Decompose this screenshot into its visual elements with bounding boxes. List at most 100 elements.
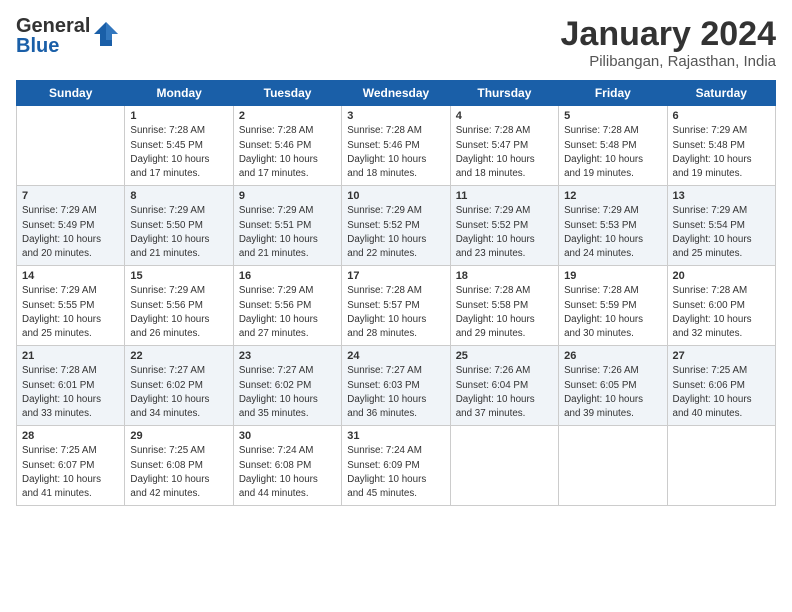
header-day: Tuesday (233, 81, 341, 106)
day-info: Sunrise: 7:29 AM Sunset: 5:55 PM Dayligh… (22, 284, 120, 341)
day-info: Sunrise: 7:29 AM Sunset: 5:51 PM Dayligh… (239, 204, 337, 261)
calendar-cell (450, 426, 558, 506)
logo: General Blue (16, 16, 120, 56)
week-row: 7 Sunrise: 7:29 AM Sunset: 5:49 PM Daylig… (17, 186, 776, 266)
day-number: 2 (239, 110, 337, 122)
day-number: 27 (673, 350, 771, 362)
day-number: 15 (130, 270, 228, 282)
day-number: 17 (347, 270, 445, 282)
day-info: Sunrise: 7:29 AM Sunset: 5:53 PM Dayligh… (564, 204, 662, 261)
calendar-cell: 7 Sunrise: 7:29 AM Sunset: 5:49 PM Daylig… (17, 186, 125, 266)
day-info: Sunrise: 7:27 AM Sunset: 6:02 PM Dayligh… (130, 364, 228, 421)
day-info: Sunrise: 7:25 AM Sunset: 6:06 PM Dayligh… (673, 364, 771, 421)
calendar-cell: 12 Sunrise: 7:29 AM Sunset: 5:53 PM Dayli… (559, 186, 667, 266)
location: Pilibangan, Rajasthan, India (561, 53, 777, 70)
calendar-cell: 15 Sunrise: 7:29 AM Sunset: 5:56 PM Dayli… (125, 266, 233, 346)
day-info: Sunrise: 7:29 AM Sunset: 5:52 PM Dayligh… (456, 204, 554, 261)
day-number: 21 (22, 350, 120, 362)
header-day: Sunday (17, 81, 125, 106)
calendar-table: SundayMondayTuesdayWednesdayThursdayFrid… (16, 80, 776, 506)
day-info: Sunrise: 7:28 AM Sunset: 5:46 PM Dayligh… (239, 124, 337, 181)
day-info: Sunrise: 7:29 AM Sunset: 5:50 PM Dayligh… (130, 204, 228, 261)
calendar-cell: 23 Sunrise: 7:27 AM Sunset: 6:02 PM Dayli… (233, 346, 341, 426)
calendar-cell: 27 Sunrise: 7:25 AM Sunset: 6:06 PM Dayli… (667, 346, 775, 426)
day-info: Sunrise: 7:28 AM Sunset: 5:59 PM Dayligh… (564, 284, 662, 341)
day-info: Sunrise: 7:29 AM Sunset: 5:56 PM Dayligh… (130, 284, 228, 341)
day-number: 10 (347, 190, 445, 202)
week-row: 1 Sunrise: 7:28 AM Sunset: 5:45 PM Daylig… (17, 106, 776, 186)
day-info: Sunrise: 7:28 AM Sunset: 5:46 PM Dayligh… (347, 124, 445, 181)
day-info: Sunrise: 7:29 AM Sunset: 5:56 PM Dayligh… (239, 284, 337, 341)
calendar-cell: 29 Sunrise: 7:25 AM Sunset: 6:08 PM Dayli… (125, 426, 233, 506)
day-number: 8 (130, 190, 228, 202)
header-day: Monday (125, 81, 233, 106)
week-row: 21 Sunrise: 7:28 AM Sunset: 6:01 PM Dayli… (17, 346, 776, 426)
day-number: 28 (22, 430, 120, 442)
calendar-cell: 2 Sunrise: 7:28 AM Sunset: 5:46 PM Daylig… (233, 106, 341, 186)
header-day: Thursday (450, 81, 558, 106)
month-title: January 2024 (561, 16, 777, 53)
title-block: January 2024 Pilibangan, Rajasthan, Indi… (561, 16, 777, 70)
calendar-cell: 14 Sunrise: 7:29 AM Sunset: 5:55 PM Dayli… (17, 266, 125, 346)
day-number: 23 (239, 350, 337, 362)
day-number: 25 (456, 350, 554, 362)
calendar-cell: 20 Sunrise: 7:28 AM Sunset: 6:00 PM Dayli… (667, 266, 775, 346)
week-row: 28Sunrise: 7:25 AM Sunset: 6:07 PM Dayli… (17, 426, 776, 506)
day-number: 22 (130, 350, 228, 362)
calendar-cell (17, 106, 125, 186)
day-info: Sunrise: 7:28 AM Sunset: 6:00 PM Dayligh… (673, 284, 771, 341)
day-number: 13 (673, 190, 771, 202)
day-info: Sunrise: 7:28 AM Sunset: 5:45 PM Dayligh… (130, 124, 228, 181)
day-number: 16 (239, 270, 337, 282)
day-info: Sunrise: 7:28 AM Sunset: 5:47 PM Dayligh… (456, 124, 554, 181)
calendar-cell: 5Sunrise: 7:28 AM Sunset: 5:48 PM Daylig… (559, 106, 667, 186)
day-info: Sunrise: 7:25 AM Sunset: 6:08 PM Dayligh… (130, 444, 228, 501)
calendar-cell: 31 Sunrise: 7:24 AM Sunset: 6:09 PM Dayli… (342, 426, 450, 506)
day-info: Sunrise: 7:28 AM Sunset: 6:01 PM Dayligh… (22, 364, 120, 421)
day-info: Sunrise: 7:27 AM Sunset: 6:02 PM Dayligh… (239, 364, 337, 421)
calendar-cell: 30Sunrise: 7:24 AM Sunset: 6:08 PM Dayli… (233, 426, 341, 506)
day-number: 29 (130, 430, 228, 442)
calendar-cell: 19Sunrise: 7:28 AM Sunset: 5:59 PM Dayli… (559, 266, 667, 346)
calendar-cell: 26Sunrise: 7:26 AM Sunset: 6:05 PM Dayli… (559, 346, 667, 426)
day-number: 20 (673, 270, 771, 282)
day-number: 12 (564, 190, 662, 202)
day-number: 6 (673, 110, 771, 122)
calendar-cell: 8 Sunrise: 7:29 AM Sunset: 5:50 PM Daylig… (125, 186, 233, 266)
calendar-cell: 10 Sunrise: 7:29 AM Sunset: 5:52 PM Dayli… (342, 186, 450, 266)
calendar-cell: 25 Sunrise: 7:26 AM Sunset: 6:04 PM Dayli… (450, 346, 558, 426)
calendar-cell: 3 Sunrise: 7:28 AM Sunset: 5:46 PM Daylig… (342, 106, 450, 186)
day-info: Sunrise: 7:26 AM Sunset: 6:04 PM Dayligh… (456, 364, 554, 421)
calendar-cell: 6Sunrise: 7:29 AM Sunset: 5:48 PM Daylig… (667, 106, 775, 186)
calendar-container: General Blue January 2024 Pilibangan, Ra… (0, 0, 792, 514)
header-row: SundayMondayTuesdayWednesdayThursdayFrid… (17, 81, 776, 106)
header: General Blue January 2024 Pilibangan, Ra… (16, 16, 776, 70)
day-info: Sunrise: 7:24 AM Sunset: 6:09 PM Dayligh… (347, 444, 445, 501)
header-day: Wednesday (342, 81, 450, 106)
day-number: 7 (22, 190, 120, 202)
week-row: 14 Sunrise: 7:29 AM Sunset: 5:55 PM Dayli… (17, 266, 776, 346)
day-number: 31 (347, 430, 445, 442)
calendar-cell (667, 426, 775, 506)
calendar-cell: 17 Sunrise: 7:28 AM Sunset: 5:57 PM Dayli… (342, 266, 450, 346)
day-number: 11 (456, 190, 554, 202)
calendar-cell: 16 Sunrise: 7:29 AM Sunset: 5:56 PM Dayli… (233, 266, 341, 346)
day-number: 26 (564, 350, 662, 362)
day-info: Sunrise: 7:29 AM Sunset: 5:49 PM Dayligh… (22, 204, 120, 261)
calendar-cell: 4Sunrise: 7:28 AM Sunset: 5:47 PM Daylig… (450, 106, 558, 186)
day-number: 9 (239, 190, 337, 202)
day-number: 3 (347, 110, 445, 122)
calendar-cell: 24Sunrise: 7:27 AM Sunset: 6:03 PM Dayli… (342, 346, 450, 426)
calendar-cell: 13 Sunrise: 7:29 AM Sunset: 5:54 PM Dayli… (667, 186, 775, 266)
calendar-cell (559, 426, 667, 506)
day-info: Sunrise: 7:28 AM Sunset: 5:57 PM Dayligh… (347, 284, 445, 341)
logo-general: General (16, 16, 90, 36)
day-number: 1 (130, 110, 228, 122)
calendar-cell: 11 Sunrise: 7:29 AM Sunset: 5:52 PM Dayli… (450, 186, 558, 266)
day-info: Sunrise: 7:29 AM Sunset: 5:52 PM Dayligh… (347, 204, 445, 261)
day-number: 14 (22, 270, 120, 282)
day-info: Sunrise: 7:27 AM Sunset: 6:03 PM Dayligh… (347, 364, 445, 421)
day-number: 30 (239, 430, 337, 442)
day-info: Sunrise: 7:29 AM Sunset: 5:54 PM Dayligh… (673, 204, 771, 261)
day-number: 18 (456, 270, 554, 282)
